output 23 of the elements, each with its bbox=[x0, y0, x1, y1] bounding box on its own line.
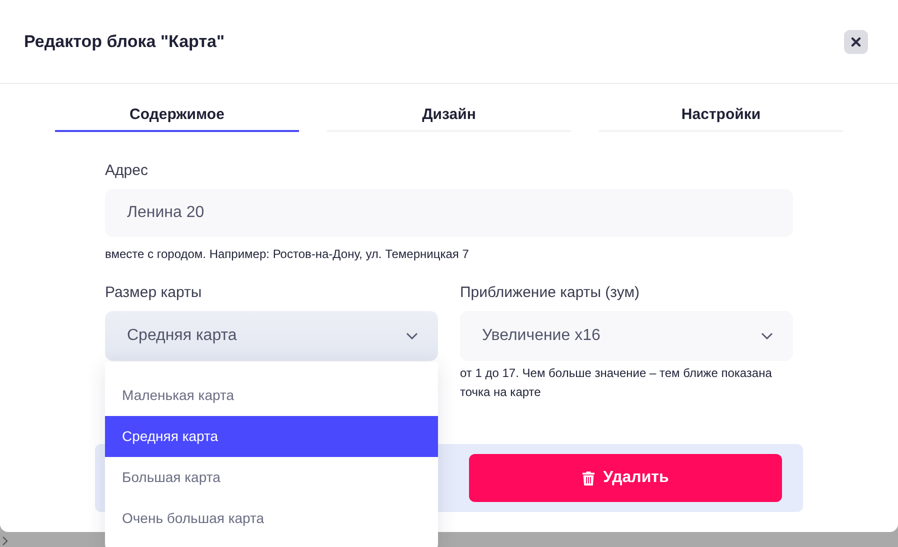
dropdown-option[interactable]: Маленькая карта bbox=[105, 375, 438, 416]
address-field[interactable]: Ленина 20 bbox=[105, 189, 793, 237]
chevron-down-icon bbox=[761, 332, 773, 340]
delete-button[interactable]: Удалить bbox=[469, 454, 782, 502]
close-icon bbox=[851, 36, 861, 46]
size-select[interactable]: Средняя карта bbox=[105, 311, 438, 361]
field-hint: вместе с городом. Например: Ростов-на-Дону, ул. Темерницкая 7 bbox=[105, 246, 470, 263]
zoom-select[interactable]: Увеличение x16 bbox=[460, 311, 793, 361]
field-label: Размер карты bbox=[105, 284, 203, 301]
tab[interactable]: Настройки bbox=[599, 98, 843, 132]
dialog-title: Редактор блока "Карта" bbox=[24, 32, 225, 52]
tab[interactable]: Дизайн bbox=[327, 98, 571, 132]
field-hint: от 1 до 17. Чем больше значение – тем ближе показана точка на карте bbox=[460, 365, 773, 401]
field-label: Адрес bbox=[105, 162, 149, 179]
dropdown-option[interactable]: Средняя карта bbox=[105, 416, 438, 457]
chevron-right-icon bbox=[2, 536, 8, 546]
close-button[interactable] bbox=[844, 30, 868, 54]
field-label: Приближение карты (зум) bbox=[460, 284, 641, 301]
dropdown-option[interactable]: Большая карта bbox=[105, 457, 438, 498]
trash-icon bbox=[582, 470, 596, 486]
chevron-down-icon bbox=[406, 332, 418, 340]
dropdown-option[interactable]: Очень большая карта bbox=[105, 498, 438, 539]
tab[interactable]: Содержимое bbox=[55, 98, 299, 132]
